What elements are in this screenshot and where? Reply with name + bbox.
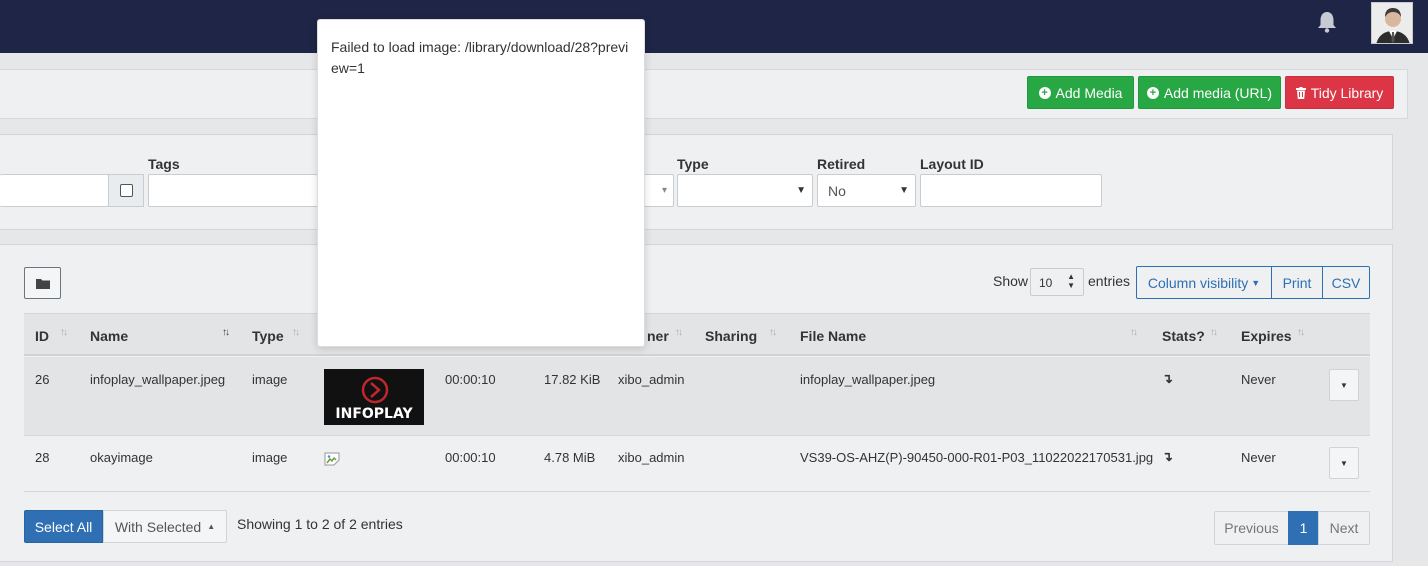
cell-type: image bbox=[252, 372, 288, 387]
broken-image-icon[interactable] bbox=[324, 452, 340, 466]
layout-id-filter-label: Layout ID bbox=[920, 156, 984, 172]
image-preview-popup: Failed to load image: /library/download/… bbox=[317, 19, 645, 347]
table-row[interactable]: 26 infoplay_wallpaper.jpeg image INFOPLA… bbox=[24, 357, 1370, 436]
retired-filter-select[interactable]: No ▼ bbox=[817, 174, 916, 207]
page-length-select[interactable]: 10 ▲ ▼ bbox=[1030, 268, 1084, 296]
chevron-down-icon: ▼ bbox=[796, 185, 806, 196]
plus-circle-icon: + bbox=[1038, 86, 1051, 99]
layout-id-filter-input[interactable] bbox=[920, 174, 1102, 207]
cell-expires: Never bbox=[1241, 450, 1276, 465]
updown-icon: ▲ ▼ bbox=[1067, 272, 1075, 290]
cell-name: okayimage bbox=[90, 450, 153, 465]
row-actions-dropdown[interactable]: ▼ bbox=[1329, 369, 1359, 401]
user-avatar[interactable] bbox=[1371, 2, 1413, 44]
add-media-url-button[interactable]: + Add media (URL) bbox=[1138, 76, 1281, 109]
cell-size: 4.78 MiB bbox=[544, 450, 596, 465]
cell-owner: xibo_admin bbox=[618, 450, 685, 465]
owner-filter-select[interactable]: ▾ bbox=[640, 174, 674, 207]
column-header-id[interactable]: ID bbox=[35, 328, 49, 344]
error-message: Failed to load image: /library/download/… bbox=[331, 39, 629, 76]
thumbnail-logo-text: INFOPLAY bbox=[335, 406, 413, 422]
type-filter-select[interactable]: ▼ bbox=[677, 174, 813, 207]
cell-file-name: VS39-OS-AHZ(P)-90450-000-R01-P03_1102202… bbox=[800, 450, 1154, 465]
cell-type: image bbox=[252, 450, 288, 465]
sort-icon: ↑↓ bbox=[1130, 327, 1138, 338]
trash-icon bbox=[1295, 86, 1306, 99]
column-visibility-button[interactable]: Column visibility ▼ bbox=[1136, 266, 1272, 299]
column-header-stats[interactable]: Stats? bbox=[1162, 328, 1205, 344]
column-header-type[interactable]: Type bbox=[252, 328, 284, 344]
table-info-text: Showing 1 to 2 of 2 entries bbox=[237, 516, 403, 532]
tags-filter-input[interactable] bbox=[148, 174, 318, 207]
select-all-button[interactable]: Select All bbox=[24, 510, 103, 543]
column-header-owner[interactable]: ner bbox=[647, 328, 669, 344]
chevron-down-icon: ▾ bbox=[661, 185, 667, 196]
caret-down-icon: ▼ bbox=[1340, 380, 1348, 390]
name-filter-input[interactable] bbox=[0, 174, 109, 207]
thumbnail-image[interactable]: INFOPLAY bbox=[324, 369, 424, 425]
cell-duration: 00:00:10 bbox=[445, 372, 496, 387]
plus-circle-icon: + bbox=[1146, 86, 1159, 99]
column-header-expires[interactable]: Expires bbox=[1241, 328, 1292, 344]
cell-owner: xibo_admin bbox=[618, 372, 685, 387]
column-header-name[interactable]: Name bbox=[90, 328, 128, 344]
cell-id: 26 bbox=[35, 372, 50, 387]
tags-filter-label: Tags bbox=[148, 156, 180, 172]
caret-down-icon: ▼ bbox=[1340, 458, 1348, 468]
sort-icon: ↑↓ bbox=[769, 327, 777, 338]
sort-icon: ↑↓ bbox=[1297, 327, 1305, 338]
cell-id: 28 bbox=[35, 450, 50, 465]
caret-up-icon: ▲ bbox=[207, 522, 216, 531]
next-page-button[interactable]: Next bbox=[1318, 511, 1370, 545]
column-header-sharing[interactable]: Sharing bbox=[705, 328, 757, 344]
add-media-button[interactable]: + Add Media bbox=[1027, 76, 1134, 109]
stats-arrow-icon: ↴ bbox=[1162, 449, 1173, 464]
regex-checkbox[interactable] bbox=[119, 184, 133, 197]
tidy-library-button[interactable]: Tidy Library bbox=[1285, 76, 1394, 109]
cell-name: infoplay_wallpaper.jpeg bbox=[90, 372, 226, 387]
sort-asc-icon: ↑↓ bbox=[222, 327, 230, 338]
with-selected-dropdown[interactable]: With Selected ▲ bbox=[103, 510, 227, 543]
bell-icon[interactable] bbox=[1316, 10, 1338, 34]
show-label: Show bbox=[993, 273, 1029, 289]
sort-icon: ↑↓ bbox=[292, 327, 300, 338]
sort-icon: ↑↓ bbox=[675, 327, 683, 338]
cell-size: 17.82 KiB bbox=[544, 372, 601, 387]
cell-expires: Never bbox=[1241, 372, 1276, 387]
sort-icon: ↑↓ bbox=[60, 327, 68, 338]
previous-page-button[interactable]: Previous bbox=[1214, 511, 1289, 545]
use-regex-toggle[interactable] bbox=[108, 174, 144, 207]
cell-duration: 00:00:10 bbox=[445, 450, 496, 465]
folder-icon bbox=[35, 278, 50, 289]
entries-label: entries bbox=[1088, 273, 1131, 289]
column-header-file-name[interactable]: File Name bbox=[800, 328, 866, 344]
sort-icon: ↑↓ bbox=[1210, 327, 1218, 338]
row-actions-dropdown[interactable]: ▼ bbox=[1329, 447, 1359, 479]
table-row[interactable]: 28 okayimage image 00:00:10 4.78 MiB xib… bbox=[24, 437, 1370, 492]
top-navbar bbox=[0, 0, 1428, 53]
page-1-button[interactable]: 1 bbox=[1288, 511, 1319, 545]
cell-file-name: infoplay_wallpaper.jpeg bbox=[800, 372, 936, 387]
print-button[interactable]: Print bbox=[1271, 266, 1323, 299]
type-filter-label: Type bbox=[677, 156, 709, 172]
caret-down-icon: ▼ bbox=[1251, 277, 1261, 288]
retired-filter-label: Retired bbox=[817, 156, 866, 172]
folder-tree-button[interactable] bbox=[24, 267, 61, 299]
stats-arrow-icon: ↴ bbox=[1162, 371, 1173, 386]
table-header: ID ↑↓ Name ↑↓ Type ↑↓ ner ↑↓ Sharing ↑↓ … bbox=[24, 313, 1370, 356]
csv-button[interactable]: CSV bbox=[1322, 266, 1370, 299]
chevron-down-icon: ▼ bbox=[899, 185, 909, 196]
